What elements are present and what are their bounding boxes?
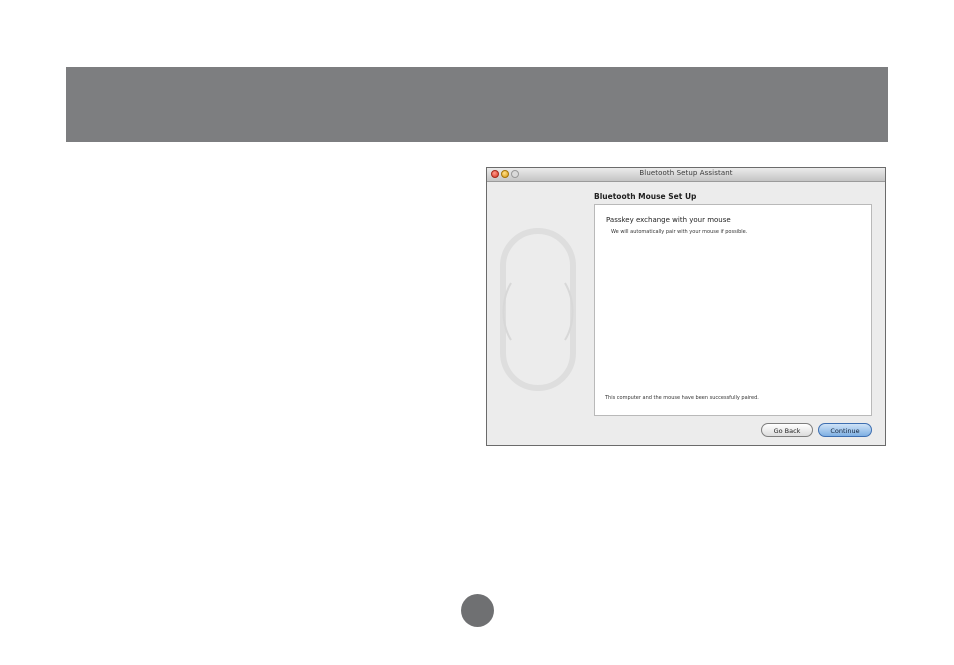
- page-number-marker: [461, 594, 494, 627]
- go-back-button[interactable]: Go Back: [761, 423, 813, 437]
- pairing-status: This computer and the mouse have been su…: [605, 395, 759, 401]
- window-title: Bluetooth Setup Assistant: [639, 169, 733, 177]
- continue-button[interactable]: Continue: [818, 423, 872, 437]
- header-band: [66, 67, 888, 142]
- section-title: Bluetooth Mouse Set Up: [594, 192, 697, 201]
- bluetooth-setup-window: Bluetooth Setup Assistant Bluetooth Mous…: [486, 167, 886, 446]
- window-titlebar[interactable]: Bluetooth Setup Assistant: [487, 168, 885, 182]
- passkey-heading: Passkey exchange with your mouse: [606, 216, 731, 224]
- pairing-description: We will automatically pair with your mou…: [611, 229, 748, 235]
- mouse-illustration-icon: [500, 228, 576, 391]
- content-panel: Passkey exchange with your mouse We will…: [594, 204, 872, 416]
